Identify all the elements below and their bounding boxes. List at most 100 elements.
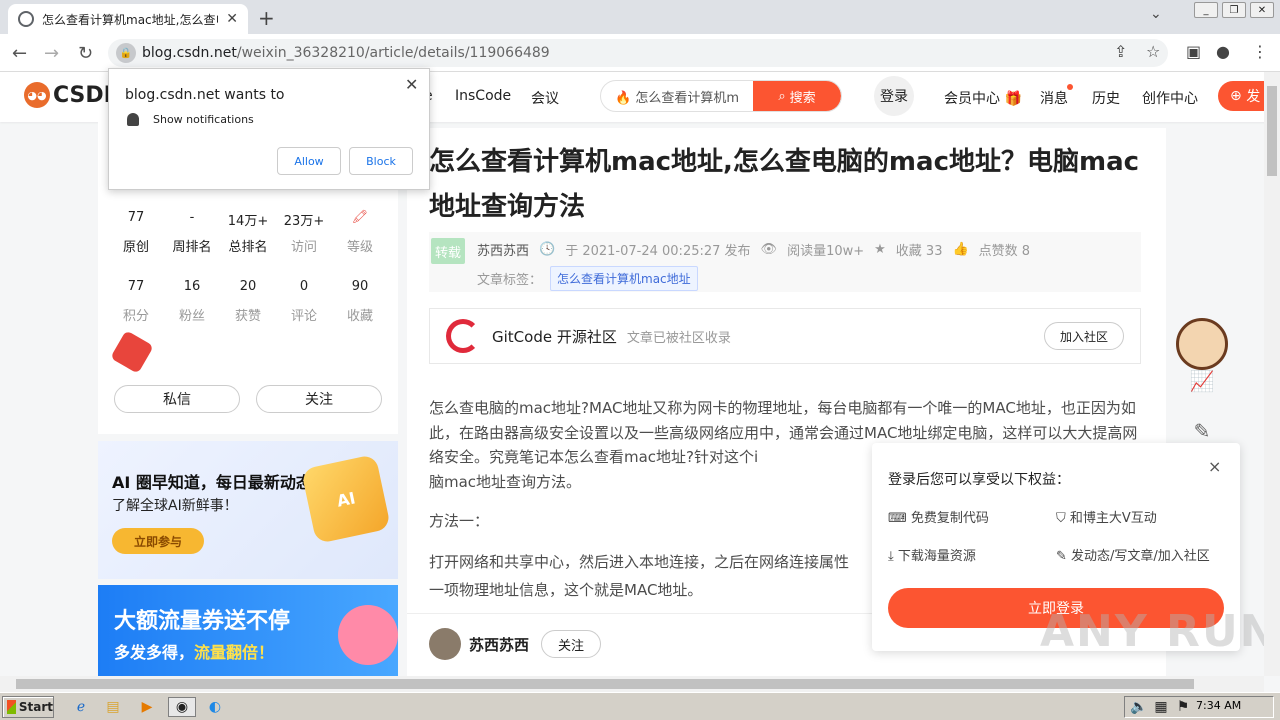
gift-icon: 🎁 [1004, 91, 1022, 107]
window-controls: _ ❐ ✕ [1188, 0, 1280, 20]
ie-icon[interactable]: ℯ [70, 697, 92, 717]
shield-v-icon: ⛉ [1056, 511, 1066, 526]
flag-icon[interactable]: ⚑ [1172, 697, 1194, 717]
article-tag-chip[interactable]: 怎么查看计算机mac地址 [550, 266, 698, 291]
close-window-icon[interactable]: ✕ [1250, 2, 1274, 18]
stat-total-rank[interactable]: 14万+ 总排名 [220, 210, 276, 255]
author-badge-icon[interactable] [110, 330, 154, 374]
search-input[interactable]: 🔥 怎么查看计算机m [601, 87, 753, 106]
folder-icon[interactable]: ▤ [102, 697, 124, 717]
stats-row-2: 77 积分 16 粉丝 20 获赞 0 评论 90 收藏 [108, 279, 388, 324]
article-author[interactable]: 苏西苏西 [477, 240, 529, 259]
login-button[interactable]: 登录 [874, 76, 914, 116]
lock-icon[interactable]: 🔒 [116, 43, 136, 63]
gitcode-community-card: GitCode 开源社区 文章已被社区收录 加入社区 [429, 308, 1141, 364]
search-box[interactable]: 🔥 怎么查看计算机m ⌕ 搜索 [600, 80, 842, 112]
vertical-scroll-thumb[interactable] [1267, 86, 1277, 176]
new-tab-button[interactable]: + [258, 6, 275, 30]
author-bar-name[interactable]: 苏西苏西 [469, 634, 529, 655]
media-player-icon[interactable]: ▶ [136, 697, 158, 717]
reload-icon[interactable]: ↻ [78, 43, 93, 64]
like-count[interactable]: 点赞数 8 [979, 240, 1030, 259]
message-dot [1067, 84, 1073, 90]
author-bar-follow-button[interactable]: 关注 [541, 630, 601, 658]
stat-likes: 20 获赞 [234, 279, 261, 324]
ai-cube-icon: AI [300, 453, 392, 545]
download-icon: ⤓ [888, 549, 894, 564]
nav-member-center[interactable]: 会员中心 🎁 [944, 88, 1022, 108]
stat-points: 77 积分 [122, 279, 149, 324]
side-panel-icon[interactable]: ▣ [1186, 42, 1201, 61]
benefit-interact: ⛉ 和博主大V互动 [1056, 511, 1157, 526]
windows-logo-icon [7, 700, 16, 714]
share-icon[interactable]: ⇪ [1114, 42, 1127, 61]
bookmark-star-icon[interactable]: ☆ [1146, 42, 1160, 61]
back-icon[interactable]: ← [12, 43, 27, 64]
search-button[interactable]: ⌕ 搜索 [753, 81, 841, 111]
permission-item: Show notifications [153, 113, 254, 126]
edge-icon[interactable]: ◐ [204, 697, 226, 717]
gitcode-logo-icon [446, 319, 480, 353]
private-message-button[interactable]: 私信 [114, 385, 240, 413]
avatar[interactable] [429, 628, 461, 660]
url-text: blog.csdn.net/weixin_36328210/article/de… [142, 45, 550, 61]
login-popup-heading: 登录后您可以享受以下权益： [888, 472, 1070, 488]
stat-level[interactable]: 🖍 等级 [332, 210, 388, 255]
ad1-join-button[interactable]: 立即参与 [112, 528, 204, 554]
browser-toolbar: ← → ↻ 🔒 blog.csdn.net/weixin_36328210/ar… [0, 34, 1280, 72]
windows-taskbar: Start ℯ ▤ ▶ ◉ ◐ 🔈 ▦ ⚑ 7:34 AM [0, 692, 1280, 720]
tab-active[interactable]: 怎么查看计算机mac地址,怎么查电脑 ✕ [8, 4, 248, 34]
nav-history[interactable]: 历史 [1092, 88, 1120, 108]
article-meta: 转载 苏西苏西 🕓 于 2021-07-24 00:25:27 发布 👁 阅读量10… [429, 232, 1141, 292]
minimize-icon[interactable]: _ [1194, 2, 1218, 18]
tab-close-icon[interactable]: ✕ [226, 11, 238, 27]
tab-favicon-icon [18, 11, 34, 27]
volume-icon[interactable]: 🔈 [1128, 697, 1150, 717]
tab-search-chevron-icon[interactable]: ⌄ [1150, 6, 1162, 22]
clock-icon: 🕓 [539, 242, 556, 257]
nav-messages[interactable]: 消息 [1040, 88, 1068, 108]
nav-item-meeting[interactable]: 会议 [531, 88, 559, 108]
forward-icon[interactable]: → [44, 43, 59, 64]
nav-item-inscode[interactable]: InsCode [455, 88, 511, 104]
address-bar[interactable]: 🔒 blog.csdn.net/weixin_36328210/article/… [108, 39, 1168, 67]
star-icon: ★ [874, 242, 886, 257]
block-button[interactable]: Block [349, 147, 413, 175]
search-icon: ⌕ [778, 88, 786, 104]
network-icon[interactable]: ▦ [1150, 697, 1172, 717]
stat-visits: 23万+ 访问 [283, 214, 325, 255]
menu-icon[interactable]: ⋮ [1252, 42, 1268, 61]
login-popup-close-icon[interactable]: × [1208, 457, 1221, 476]
favorite-count[interactable]: 收藏 33 [896, 240, 943, 259]
allow-button[interactable]: Allow [277, 147, 341, 175]
read-count: 阅读量10w+ [787, 244, 865, 259]
nav-creator-center[interactable]: 创作中心 [1142, 88, 1198, 108]
permission-close-icon[interactable]: ✕ [405, 75, 418, 94]
ad2-figure-icon [338, 605, 398, 665]
profile-icon[interactable]: ● [1216, 42, 1230, 61]
stat-original[interactable]: 77 原创 [108, 210, 164, 255]
level-icon: 🖍 [351, 210, 369, 225]
mascot-icon[interactable] [1176, 318, 1228, 370]
join-community-button[interactable]: 加入社区 [1044, 322, 1124, 350]
horizontal-scroll-thumb[interactable] [16, 679, 1194, 689]
ai-news-ad[interactable]: AI 圈早知道，每日最新动态 了解全球AI新鲜事！ 立即参与 AI [98, 441, 398, 579]
restore-icon[interactable]: ❐ [1222, 2, 1246, 18]
gitcode-subtitle: 文章已被社区收录 [626, 330, 731, 346]
permission-site: blog.csdn.net wants to [125, 87, 285, 103]
follow-button[interactable]: 关注 [256, 385, 382, 413]
chrome-icon[interactable]: ◉ [168, 697, 196, 717]
ad2-subtitle: 多发多得，流量翻倍！ [114, 643, 275, 662]
horizontal-scrollbar[interactable] [0, 676, 1264, 692]
tags-label: 文章标签： [477, 273, 543, 288]
start-button[interactable]: Start [2, 696, 54, 718]
clock: 7:34 AM [1196, 699, 1242, 712]
stat-week-rank[interactable]: - 周排名 [164, 210, 220, 255]
chart-trend-icon[interactable]: 📈 [1185, 364, 1219, 398]
benefit-copy-code: ⌨ 免费复制代码 [888, 511, 989, 526]
plus-icon: ⊕ [1230, 88, 1242, 104]
vertical-scrollbar[interactable] [1264, 72, 1280, 676]
pen-icon: ✎ [1056, 549, 1067, 564]
traffic-coupon-ad[interactable]: 大额流量券送不停 多发多得，流量翻倍！ [98, 585, 398, 676]
gitcode-name[interactable]: GitCode 开源社区 [492, 326, 617, 347]
